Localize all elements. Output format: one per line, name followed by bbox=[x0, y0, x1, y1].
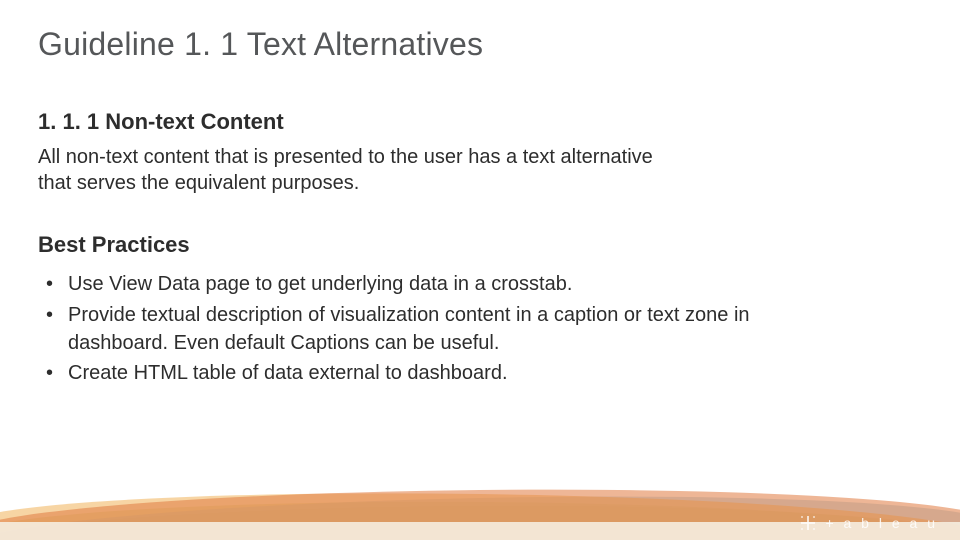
best-practices-heading: Best Practices bbox=[38, 232, 922, 258]
section-body: All non-text content that is presented t… bbox=[38, 145, 658, 196]
slide: Guideline 1. 1 Text Alternatives 1. 1. 1… bbox=[0, 0, 960, 540]
section-heading: 1. 1. 1 Non-text Content bbox=[38, 109, 922, 135]
page-title: Guideline 1. 1 Text Alternatives bbox=[38, 26, 922, 63]
content-area: Guideline 1. 1 Text Alternatives 1. 1. 1… bbox=[38, 26, 922, 390]
tableau-logo-icon bbox=[799, 514, 817, 532]
brand-mark: + a b l e a u bbox=[799, 514, 938, 532]
list-item: Use View Data page to get underlying dat… bbox=[46, 270, 758, 298]
brand-text: + a b l e a u bbox=[825, 515, 938, 531]
footer-waves: + a b l e a u bbox=[0, 460, 960, 540]
best-practices-list: Use View Data page to get underlying dat… bbox=[38, 270, 758, 388]
list-item: Provide textual description of visualiza… bbox=[46, 301, 758, 358]
list-item: Create HTML table of data external to da… bbox=[46, 359, 758, 387]
logo-dots bbox=[799, 514, 817, 532]
